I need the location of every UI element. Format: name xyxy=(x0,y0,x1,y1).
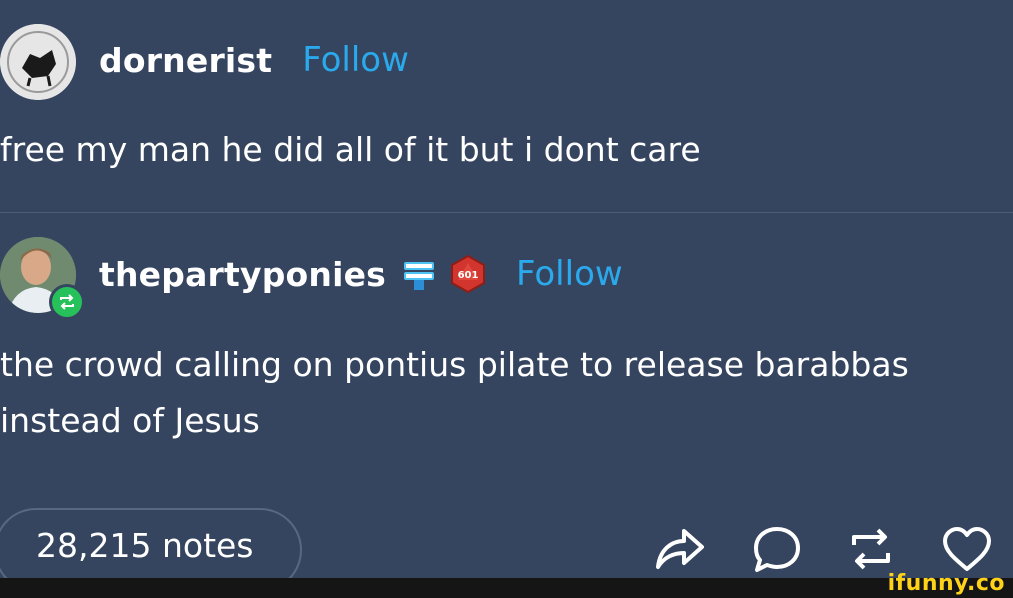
avatar-dornerist[interactable] xyxy=(0,24,76,100)
post2-header: thepartyponies 601 Follow xyxy=(99,254,623,294)
d20-badge-icon[interactable]: 601 xyxy=(448,254,488,294)
post1-header: dornerist Follow xyxy=(99,40,409,80)
notes-label: 28,215 notes xyxy=(36,526,254,565)
watermark-bar xyxy=(0,578,1013,598)
teeth-badge-icon[interactable] xyxy=(400,256,438,292)
post1-username[interactable]: dornerist xyxy=(99,41,272,80)
reblog-icon[interactable] xyxy=(848,525,894,577)
ifunny-watermark: ifunny.co xyxy=(887,571,1005,596)
share-icon[interactable] xyxy=(654,525,706,577)
like-heart-icon[interactable] xyxy=(941,525,993,577)
post2-follow-button[interactable]: Follow xyxy=(516,254,623,294)
post2-text-line1: the crowd calling on pontius pilate to r… xyxy=(0,345,909,384)
post2-text-line2: instead of Jesus xyxy=(0,401,260,440)
post1-follow-button[interactable]: Follow xyxy=(302,40,409,80)
reblog-badge-icon xyxy=(49,284,85,320)
avatar-image xyxy=(0,24,76,100)
post2-username[interactable]: thepartyponies xyxy=(99,255,386,294)
divider xyxy=(0,212,1013,213)
reply-icon[interactable] xyxy=(752,525,802,577)
post1-text: free my man he did all of it but i dont … xyxy=(0,130,701,169)
d20-badge-number: 601 xyxy=(458,270,479,281)
